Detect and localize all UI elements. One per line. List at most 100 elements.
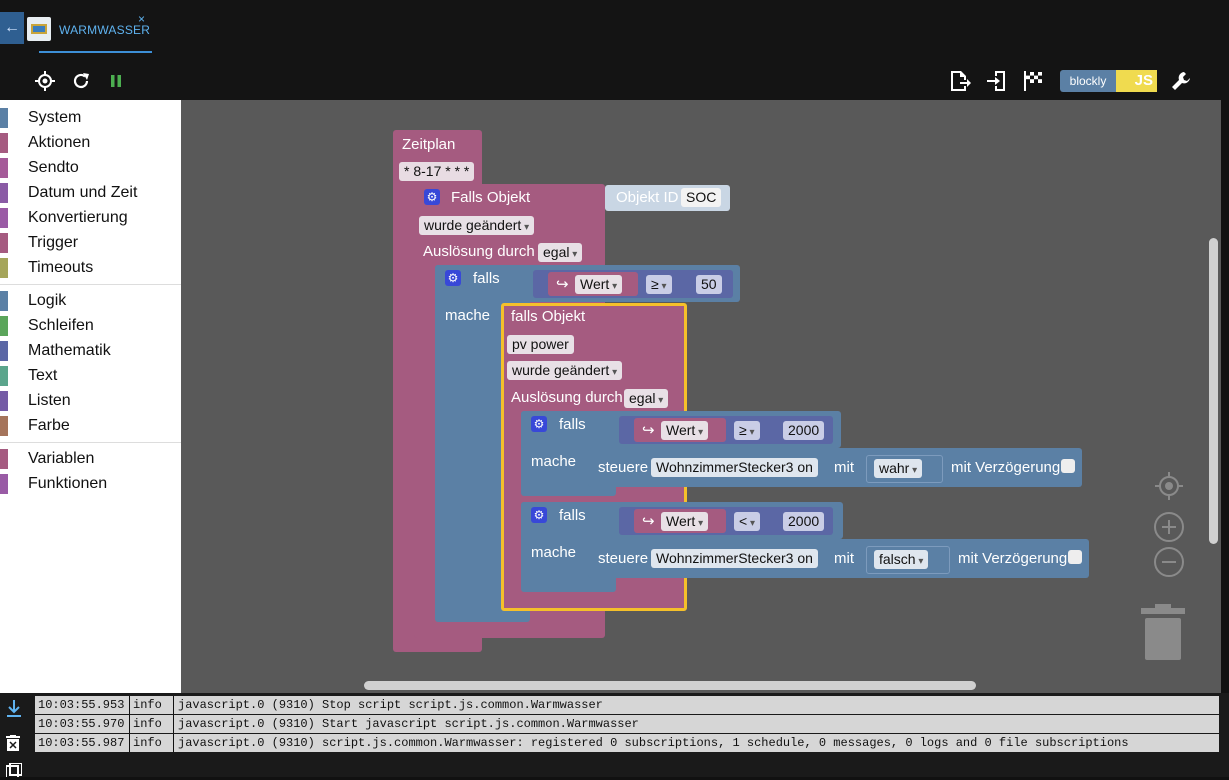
value-var-dropdown-1[interactable]: Wert — [575, 275, 623, 294]
tab-active-indicator — [39, 51, 152, 53]
compare-value-2[interactable]: 2000 — [783, 421, 825, 440]
toolbox-item-label: Mathematik — [28, 342, 111, 359]
compare-value-1[interactable]: 50 — [696, 275, 722, 294]
category-color-bar — [0, 416, 8, 436]
tab-close-icon[interactable]: × — [138, 12, 145, 26]
gear-icon[interactable]: ⚙ — [531, 416, 547, 432]
value-arrow-icon: ↪ — [642, 513, 655, 530]
wrench-icon[interactable] — [1168, 68, 1194, 94]
trigger2-ack-dropdown[interactable]: egal — [624, 389, 669, 408]
toolbox-item[interactable]: Logik — [0, 289, 181, 313]
toolbox-item[interactable]: Datum und Zeit — [0, 181, 181, 205]
recenter-icon[interactable] — [1153, 470, 1185, 507]
trigger1-ack-dropdown[interactable]: egal — [538, 243, 583, 262]
toolbox-item[interactable]: Text — [0, 364, 181, 388]
control2-label: steuere — [598, 550, 649, 567]
toolbox-item[interactable]: Trigger — [0, 231, 181, 255]
toolbox-item-label: Sendto — [28, 159, 79, 176]
category-color-bar — [0, 291, 8, 311]
zoom-in-icon[interactable] — [1153, 511, 1185, 548]
toolbox-item-label: Variablen — [28, 450, 95, 467]
scroll-down-icon[interactable] — [6, 699, 22, 720]
delay-checkbox-1[interactable] — [1061, 459, 1075, 473]
category-color-bar — [0, 233, 8, 253]
schedule-label: Zeitplan — [402, 136, 456, 153]
value-arrow-icon: ↪ — [556, 276, 569, 293]
horizontal-scrollbar[interactable] — [364, 681, 976, 690]
toolbox-item[interactable]: Variablen — [0, 447, 181, 471]
vertical-scrollbar[interactable] — [1209, 238, 1218, 544]
export-icon[interactable] — [947, 68, 973, 94]
object-id-value[interactable]: SOC — [681, 188, 722, 207]
toolbox-item[interactable]: Aktionen — [0, 131, 181, 155]
category-color-bar — [0, 183, 8, 203]
control1-device-field[interactable]: WohnzimmerStecker3 on — [651, 458, 818, 477]
toolbox-item-label: Datum und Zeit — [28, 184, 138, 201]
log-time: 10:03:55.987 — [38, 736, 125, 750]
toolbox-item[interactable]: Funktionen — [0, 472, 181, 496]
schedule-cron-field[interactable]: * 8-17 * * * — [399, 162, 475, 181]
js-label: JS — [1116, 70, 1157, 92]
toolbox-item-label: Timeouts — [28, 259, 94, 276]
refresh-icon[interactable] — [68, 68, 94, 94]
toolbox-separator — [0, 442, 181, 443]
tab-label: WARMWASSER — [59, 23, 151, 37]
category-color-bar — [0, 108, 8, 128]
pause-icon[interactable] — [103, 68, 129, 94]
back-button[interactable]: ← — [0, 12, 24, 44]
copy-log-icon[interactable] — [5, 762, 23, 780]
control2-with-label: mit — [834, 550, 854, 567]
trash-icon[interactable] — [1141, 604, 1185, 665]
gear-icon[interactable]: ⚙ — [424, 189, 440, 205]
gear-icon[interactable]: ⚙ — [531, 507, 547, 523]
gear-icon[interactable]: ⚙ — [445, 270, 461, 286]
clear-log-icon[interactable] — [6, 735, 20, 754]
toolbox-item-label: Funktionen — [28, 475, 108, 492]
toolbox-item[interactable]: Timeouts — [0, 256, 181, 280]
compare-value-3[interactable]: 2000 — [783, 512, 825, 531]
flag-icon[interactable] — [1020, 68, 1046, 94]
compare-op-dropdown-3[interactable]: < — [734, 512, 760, 531]
toolbox-item[interactable]: Sendto — [0, 156, 181, 180]
blockly-label: blockly — [1060, 70, 1116, 92]
if2-do-label: mache — [531, 453, 577, 470]
toolbox-item[interactable]: Farbe — [0, 414, 181, 438]
category-color-bar — [0, 341, 8, 361]
log-column-divider — [129, 734, 130, 752]
toolbox-item[interactable]: Schleifen — [0, 314, 181, 338]
toolbox-item[interactable]: Listen — [0, 389, 181, 413]
category-color-bar — [0, 391, 8, 411]
script-logo-icon — [27, 17, 51, 41]
log-time: 10:03:55.953 — [38, 698, 125, 712]
log-row: 10:03:55.953 info javascript.0 (9310) Stop… — [35, 696, 1219, 714]
control2-device-field[interactable]: WohnzimmerStecker3 on — [651, 549, 818, 568]
blockly-toolbox: System Aktionen Sendto Datum und Zeit Konver… — [0, 100, 181, 693]
log-column-divider — [173, 734, 174, 752]
blockly-js-toggle[interactable]: blockly JS — [1060, 70, 1157, 92]
compare-op-dropdown-1[interactable]: ≥ — [646, 275, 672, 294]
tab-warmwasser[interactable]: WARMWASSER × — [24, 12, 152, 53]
toolbox-item[interactable]: Konvertierung — [0, 206, 181, 230]
toolbox-item-label: Farbe — [28, 417, 70, 434]
log-message: javascript.0 (9310) Stop script script.j… — [178, 698, 603, 712]
value-var-dropdown-3[interactable]: Wert — [661, 512, 709, 531]
category-color-bar — [0, 158, 8, 178]
control1-delay-label: mit Verzögerung — [951, 459, 1061, 476]
blockly-workspace[interactable]: Zeitplan * 8-17 * * * ⚙ Falls Objekt Obj… — [181, 100, 1221, 693]
log-level: info — [133, 698, 162, 712]
bool-dropdown-2[interactable]: falsch — [874, 550, 929, 569]
trigger1-condition-dropdown[interactable]: wurde geändert — [419, 216, 535, 235]
object-id-label: Objekt ID — [616, 189, 679, 206]
delay-checkbox-2[interactable] — [1068, 550, 1082, 564]
toolbox-item[interactable]: System — [0, 106, 181, 130]
zoom-out-icon[interactable] — [1153, 546, 1185, 583]
target-icon[interactable] — [32, 68, 58, 94]
value-var-dropdown-2[interactable]: Wert — [661, 421, 709, 440]
control2-delay-label: mit Verzögerung — [958, 550, 1068, 567]
compare-op-dropdown-2[interactable]: ≥ — [734, 421, 760, 440]
bool-dropdown-1[interactable]: wahr — [874, 459, 923, 478]
trigger2-object-field[interactable]: pv power — [507, 335, 574, 354]
toolbox-item[interactable]: Mathematik — [0, 339, 181, 363]
trigger2-condition-dropdown[interactable]: wurde geändert — [507, 361, 623, 380]
import-icon[interactable] — [984, 68, 1010, 94]
